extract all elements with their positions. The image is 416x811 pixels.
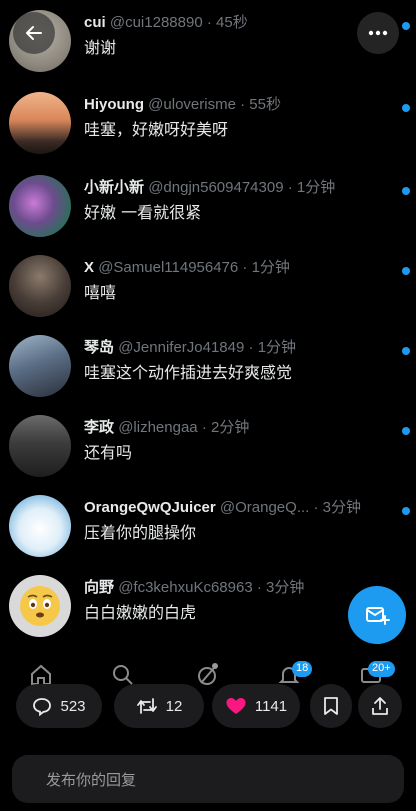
- reply-count: 523: [60, 697, 86, 715]
- handle[interactable]: @OrangeQ...: [220, 499, 309, 516]
- reply-placeholder: 发布你的回复: [46, 771, 137, 789]
- reply-item[interactable]: 小新小新 @dngjn5609474309 · 1分钟 好嫩 一看就很紧: [0, 175, 416, 255]
- avatar[interactable]: [9, 575, 71, 637]
- username[interactable]: 李政: [84, 419, 114, 436]
- reply-input[interactable]: 发布你的回复: [12, 755, 404, 803]
- reply-header: Hiyoung @uloverisme · 55秒: [84, 95, 388, 115]
- timestamp: 1分钟: [296, 179, 336, 196]
- unread-dot: [402, 507, 410, 515]
- new-message-icon: [366, 607, 390, 625]
- reply-item[interactable]: 琴岛 @JenniferJo41849 · 1分钟 哇塞这个动作插进去好爽感觉: [0, 335, 416, 415]
- unread-dot: [402, 267, 410, 275]
- avatar[interactable]: [9, 92, 71, 154]
- retweet-icon: [136, 698, 157, 714]
- reply-item[interactable]: Hiyoung @uloverisme · 55秒 哇塞，好嫩呀好美呀: [0, 92, 416, 172]
- more-options-button[interactable]: [357, 12, 399, 54]
- separator: ·: [206, 14, 212, 31]
- retweet-button[interactable]: 12: [114, 684, 204, 728]
- username[interactable]: X: [84, 259, 94, 276]
- like-count: 1141: [254, 697, 288, 715]
- unread-dot: [402, 427, 410, 435]
- messages-badge: 20+: [368, 661, 395, 677]
- share-icon: [372, 697, 388, 715]
- back-button[interactable]: [13, 12, 55, 54]
- post-action-bar: 523 12 1141: [0, 684, 416, 730]
- separator: ·: [248, 339, 254, 356]
- reply-header: OrangeQwQJuicer @OrangeQ... · 3分钟: [84, 498, 388, 518]
- reply-item[interactable]: X @Samuel114956476 · 1分钟 嘻嘻: [0, 255, 416, 335]
- reply-header: 向野 @fc3kehxuKc68963 · 3分钟: [84, 578, 388, 598]
- notifications-badge: 18: [292, 661, 313, 677]
- timestamp: 45秒: [216, 14, 248, 31]
- timestamp: 55秒: [249, 96, 281, 113]
- handle[interactable]: @lizhengaa: [118, 419, 197, 436]
- handle[interactable]: @uloverisme: [148, 96, 236, 113]
- reply-header: 琴岛 @JenniferJo41849 · 1分钟: [84, 338, 388, 358]
- username[interactable]: 向野: [84, 579, 114, 596]
- reply-header: X @Samuel114956476 · 1分钟: [84, 258, 388, 278]
- reply-header: 李政 @lizhengaa · 2分钟: [84, 418, 388, 438]
- reply-text: 白白嫩嫩的白虎: [84, 603, 197, 622]
- timestamp: 2分钟: [210, 419, 250, 436]
- reply-item[interactable]: cui @cui1288890 · 45秒 谢谢: [0, 10, 416, 90]
- username[interactable]: cui: [84, 14, 106, 31]
- share-button[interactable]: [358, 684, 402, 728]
- reply-header: cui @cui1288890 · 45秒: [84, 13, 388, 33]
- reply-item[interactable]: 李政 @lizhengaa · 2分钟 还有吗: [0, 415, 416, 495]
- timestamp: 1分钟: [257, 339, 297, 356]
- reply-button[interactable]: 523: [16, 684, 102, 728]
- separator: ·: [313, 499, 319, 516]
- face-icon: [20, 586, 60, 626]
- username[interactable]: Hiyoung: [84, 96, 144, 113]
- heart-icon: [226, 698, 246, 714]
- separator: ·: [256, 579, 262, 596]
- reply-header: 小新小新 @dngjn5609474309 · 1分钟: [84, 178, 388, 198]
- compose-message-button[interactable]: [348, 586, 406, 644]
- handle[interactable]: @cui1288890: [110, 14, 203, 31]
- avatar[interactable]: [9, 415, 71, 477]
- reply-text: 嘻嘻: [84, 283, 117, 302]
- reply-text: 谢谢: [84, 38, 117, 57]
- separator: ·: [240, 96, 246, 113]
- bookmark-button[interactable]: [310, 684, 352, 728]
- separator: ·: [242, 259, 248, 276]
- handle[interactable]: @fc3kehxuKc68963: [118, 579, 252, 596]
- handle[interactable]: @Samuel114956476: [98, 259, 238, 276]
- unread-dot: [402, 187, 410, 195]
- like-button[interactable]: 1141: [212, 684, 300, 728]
- reply-text: 哇塞这个动作插进去好爽感觉: [84, 363, 293, 382]
- username[interactable]: 琴岛: [84, 339, 114, 356]
- comment-icon: [33, 698, 52, 716]
- timestamp: 1分钟: [251, 259, 290, 276]
- handle[interactable]: @JenniferJo41849: [118, 339, 244, 356]
- timestamp: 3分钟: [266, 579, 305, 596]
- avatar[interactable]: [9, 175, 71, 237]
- more-icon: [368, 30, 388, 36]
- username[interactable]: OrangeQwQJuicer: [84, 499, 216, 516]
- back-arrow-icon: [26, 26, 42, 40]
- unread-dot: [402, 104, 410, 112]
- avatar[interactable]: [9, 335, 71, 397]
- reply-text: 好嫩 一看就很紧: [84, 203, 202, 222]
- reply-text: 还有吗: [84, 443, 133, 462]
- timestamp: 3分钟: [322, 499, 362, 516]
- avatar[interactable]: [9, 255, 71, 317]
- avatar[interactable]: [9, 495, 71, 557]
- separator: ·: [287, 179, 293, 196]
- unread-dot: [402, 22, 410, 30]
- bookmark-icon: [324, 697, 338, 715]
- separator: ·: [201, 419, 207, 436]
- unread-dot: [402, 347, 410, 355]
- reply-text: 哇塞，好嫩呀好美呀: [84, 120, 229, 139]
- retweet-count: 12: [165, 697, 183, 715]
- reply-item[interactable]: OrangeQwQJuicer @OrangeQ... · 3分钟 压着你的腿操…: [0, 495, 416, 575]
- handle[interactable]: @dngjn5609474309: [148, 179, 283, 196]
- username[interactable]: 小新小新: [84, 179, 144, 196]
- reply-text: 压着你的腿操你: [84, 523, 197, 542]
